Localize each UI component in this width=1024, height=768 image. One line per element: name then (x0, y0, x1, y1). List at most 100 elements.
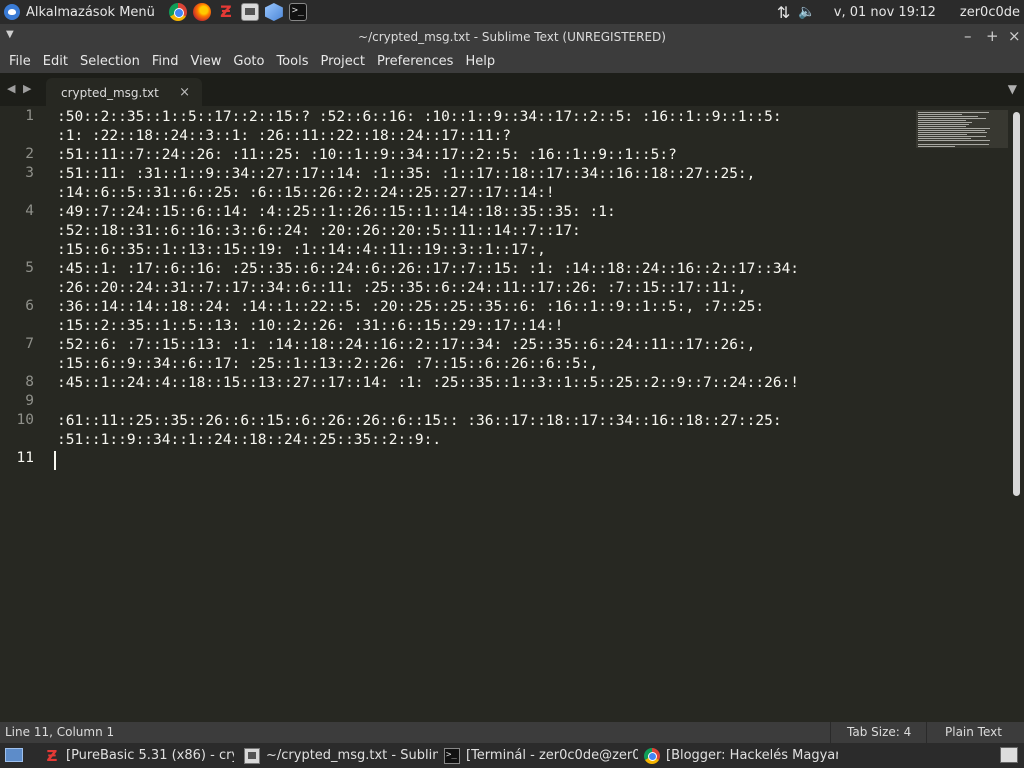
code-line[interactable]: :51::11::7::24::26: :11::25: :10::1::9::… (57, 146, 677, 165)
code-line[interactable]: :36::14::14::18::24: :14::1::22::5: :20:… (57, 298, 764, 317)
code-line[interactable]: :14::6::5::31::6::25: :6::15::26::2::24:… (57, 184, 555, 203)
code-line[interactable]: :52::6: :7::15::13: :1: :14::18::24::16:… (57, 336, 755, 355)
minimap-line (918, 116, 979, 117)
menu-view[interactable]: View (185, 54, 228, 69)
task-blogger[interactable]: [Blogger: Hackelés Magyar... (644, 743, 838, 768)
tab-size-selector[interactable]: Tab Size: 4 (847, 725, 911, 739)
menu-file[interactable]: File (0, 54, 37, 69)
editor-area[interactable]: 1 2 3 4 5 6 7 8 9 10 11 :50::2::35::1::5::17::2::1… (0, 106, 1024, 722)
code-line[interactable]: :51::11: :31::1::9::34::27::17::14: :1::… (57, 165, 755, 184)
close-button[interactable]: × (1008, 27, 1021, 45)
tab-back-icon[interactable]: ◀ (7, 82, 15, 95)
applications-menu-label: Alkalmazások Menü (26, 4, 155, 20)
menu-selection[interactable]: Selection (74, 54, 146, 69)
status-bar: Line 11, Column 1 Tab Size: 4 Plain Text (0, 722, 1024, 743)
tab-dropdown-icon[interactable]: ▼ (1008, 82, 1017, 96)
code-line[interactable]: :51::1::9::34::1::24::18::24::25::35::2:… (57, 431, 441, 450)
tab-forward-icon[interactable]: ▶ (23, 82, 31, 95)
menu-edit[interactable]: Edit (37, 54, 74, 69)
line-number: 1 (25, 108, 34, 124)
line-number: 10 (16, 412, 34, 428)
code-line[interactable]: :49::7::24::15::6::14: :4::25::1::26::15… (57, 203, 616, 222)
network-icon[interactable]: ⇅ (777, 3, 790, 22)
task-sublime[interactable]: ~/crypted_msg.txt - Sublim... (244, 743, 438, 768)
status-divider (926, 722, 927, 743)
code-line[interactable]: :61::11::25::35::26::6::15::6::26::26::6… (57, 412, 782, 431)
task-label: [Terminál - zer0c0de@zer0c... (466, 748, 638, 763)
user-name[interactable]: zer0c0de (960, 5, 1020, 20)
syntax-selector[interactable]: Plain Text (945, 725, 1002, 739)
line-number: 9 (25, 393, 34, 409)
tab-label: crypted_msg.txt (61, 86, 159, 100)
task-label: ~/crypted_msg.txt - Sublim... (266, 748, 438, 763)
purebasic-icon: Ƶ (46, 746, 58, 765)
terminal-icon[interactable]: >_ (288, 3, 307, 21)
tab-bar: ◀ ▶ crypted_msg.txt × ▼ (0, 73, 1024, 106)
purebasic-icon[interactable]: Ƶ (217, 3, 235, 21)
code-line[interactable]: :15::6::35::1::13::15::19: :1::14::4::11… (57, 241, 546, 260)
minimize-button[interactable]: – (964, 27, 972, 45)
line-number: 2 (25, 146, 34, 162)
taskbar: Ƶ [PureBasic 5.31 (x86) - cry_... ~/cryp… (0, 743, 1024, 768)
top-panel: Alkalmazások Menü Ƶ >_ ⇅ 🔈 v, 01 nov 19:… (0, 0, 1024, 24)
chrome-icon[interactable] (168, 3, 187, 21)
code-line[interactable]: :15::2::35::1::5::13: :10::2::26: :31::6… (57, 317, 563, 336)
minimap-line (918, 136, 986, 137)
applications-menu-button[interactable]: Alkalmazások Menü (0, 0, 155, 24)
tab-close-icon[interactable]: × (179, 85, 190, 100)
task-label: [Blogger: Hackelés Magyar... (666, 748, 838, 763)
menu-find[interactable]: Find (146, 54, 185, 69)
code-line[interactable]: :26::20::24::31::7::17::34::6::11: :25::… (57, 279, 747, 298)
minimap-line (918, 130, 986, 131)
menu-help[interactable]: Help (459, 54, 501, 69)
minimap-line (918, 126, 966, 127)
menu-preferences[interactable]: Preferences (371, 54, 459, 69)
menu-goto[interactable]: Goto (227, 54, 270, 69)
screenshot-icon[interactable] (240, 3, 259, 21)
status-divider (830, 722, 831, 743)
vertical-scrollbar[interactable] (1013, 112, 1020, 496)
minimap-line (918, 140, 991, 141)
chrome-icon (644, 747, 660, 764)
firefox-icon[interactable] (192, 3, 211, 21)
line-number: 3 (25, 165, 34, 181)
notification-icon[interactable] (1000, 747, 1018, 763)
maximize-button[interactable]: + (986, 27, 999, 45)
minimap-line (918, 128, 991, 129)
code-text[interactable]: :50::2::35::1::5::17::2::15:? :52::6::16… (57, 106, 917, 722)
package-icon[interactable] (264, 3, 283, 21)
code-line[interactable]: :15::6::9::34::6::17: :25::1::13::2::26:… (57, 355, 598, 374)
cursor-position: Line 11, Column 1 (5, 725, 115, 739)
code-line[interactable]: :50::2::35::1::5::17::2::15:? :52::6::16… (57, 108, 782, 127)
minimap-line (918, 124, 969, 125)
menu-bar: File Edit Selection Find View Goto Tools… (0, 49, 1024, 73)
minimap-line (918, 112, 989, 113)
line-number: 5 (25, 260, 34, 276)
minimap-line (918, 134, 968, 135)
clock[interactable]: v, 01 nov 19:12 (834, 5, 936, 20)
code-line[interactable]: :52::18::31::6::16::3::6::24: :20::26::2… (57, 222, 581, 241)
line-number: 11 (16, 450, 34, 466)
menu-project[interactable]: Project (314, 54, 370, 69)
minimap-line (918, 118, 986, 119)
minimap-line (918, 144, 989, 145)
menu-tools[interactable]: Tools (270, 54, 314, 69)
xfce-logo-icon (4, 4, 20, 20)
terminal-icon: >_ (444, 747, 460, 764)
line-number: 4 (25, 203, 34, 219)
task-purebasic[interactable]: Ƶ [PureBasic 5.31 (x86) - cry_... (44, 743, 234, 768)
tab-crypted-msg[interactable]: crypted_msg.txt × (46, 78, 202, 106)
code-line[interactable]: :1: :22::18::24::3::1: :26::11::22::18::… (57, 127, 511, 146)
system-tray: ⇅ 🔈 v, 01 nov 19:12 zer0c0de (777, 0, 1024, 24)
show-desktop-icon[interactable] (5, 748, 23, 762)
volume-icon[interactable]: 🔈 (798, 4, 815, 20)
minimap-line (918, 120, 967, 121)
window-title: ~/crypted_msg.txt - Sublime Text (UNREGI… (358, 30, 666, 44)
line-number: 8 (25, 374, 34, 390)
launcher-bar: Ƶ >_ (168, 3, 307, 21)
code-line[interactable]: :45::1::24::4::18::15::13::27::17::14: :… (57, 374, 799, 393)
code-line[interactable]: :45::1: :17::6::16: :25::35::6::24::6::2… (57, 260, 799, 279)
task-terminal[interactable]: >_ [Terminál - zer0c0de@zer0c... (444, 743, 638, 768)
line-number-gutter: 1 2 3 4 5 6 7 8 9 10 11 (0, 106, 48, 722)
minimap[interactable] (916, 110, 1008, 148)
